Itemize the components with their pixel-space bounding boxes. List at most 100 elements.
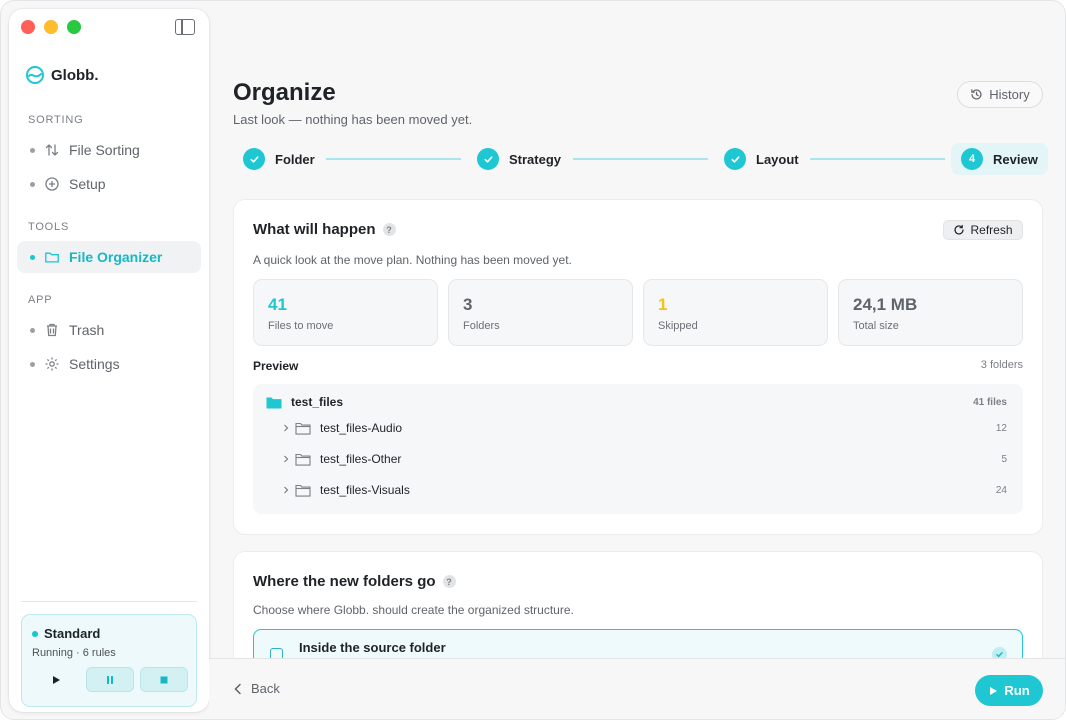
history-label: History xyxy=(989,87,1030,102)
step-folder[interactable]: Folder xyxy=(243,143,315,175)
sidebar-item-label: File Sorting xyxy=(69,142,140,158)
folder-icon xyxy=(295,422,311,435)
chevron-left-icon xyxy=(234,683,241,694)
sidebar-item-file-organizer[interactable]: File Organizer xyxy=(17,241,201,273)
footer-bar: Back Run xyxy=(209,658,1065,719)
step-review[interactable]: 4 Review xyxy=(951,143,1048,175)
stat-label: Folders xyxy=(463,320,500,332)
chevron-right-icon[interactable] xyxy=(280,453,292,465)
step-label: Strategy xyxy=(509,151,562,167)
status-card: Standard Running · 6 rules xyxy=(21,614,197,707)
folder-icon xyxy=(44,249,60,265)
folder-filled-icon xyxy=(266,396,282,409)
stat-value: 41 xyxy=(268,295,287,314)
pause-icon xyxy=(107,675,113,684)
sidebar-divider xyxy=(21,601,197,602)
section-label-app: APP xyxy=(28,294,53,306)
stat-folders: 3 Folders xyxy=(448,279,633,346)
main-content: Organize Last look — nothing has been mo… xyxy=(209,1,1065,719)
folder-icon xyxy=(295,484,311,497)
run-label: Run xyxy=(1004,683,1030,698)
stat-label: Total size xyxy=(853,320,899,332)
step-number: 4 xyxy=(961,148,983,170)
page-title: Organize xyxy=(233,79,336,106)
refresh-button[interactable]: Refresh xyxy=(943,220,1023,240)
stat-value: 1 xyxy=(658,295,668,314)
stop-button[interactable] xyxy=(140,667,188,692)
sidebar-toggle-icon[interactable] xyxy=(175,19,195,35)
help-icon[interactable]: ? xyxy=(382,223,396,236)
history-button[interactable]: History xyxy=(957,81,1043,108)
stop-icon xyxy=(160,676,168,683)
brand: Globb. xyxy=(25,65,99,85)
tree-item-name: test_files-Audio xyxy=(320,421,403,435)
run-button[interactable]: Run xyxy=(975,675,1043,706)
tree-root-count: 41 files xyxy=(973,396,1007,408)
refresh-icon xyxy=(954,224,965,235)
history-icon xyxy=(971,89,982,100)
bullet xyxy=(30,361,35,367)
app-window: Globb. SORTING File Sorting Setup TOOLS … xyxy=(0,0,1066,720)
section-label-sorting: SORTING xyxy=(28,114,84,126)
sidebar-item-trash[interactable]: Trash xyxy=(17,314,201,346)
step-label: Folder xyxy=(275,151,315,167)
running-indicator xyxy=(32,630,38,637)
card-title-text: Where the new folders go xyxy=(253,573,436,590)
trash-icon xyxy=(44,322,60,338)
preview-count: 3 folders xyxy=(980,359,1023,371)
step-label: Layout xyxy=(756,151,799,167)
sidebar-item-file-sorting[interactable]: File Sorting xyxy=(17,134,201,166)
tree-item[interactable]: test_files-Other 5 xyxy=(253,446,1023,472)
stat-skipped: 1 Skipped xyxy=(643,279,828,346)
sidebar-item-label: File Organizer xyxy=(69,249,163,265)
chevron-right-icon[interactable] xyxy=(280,484,292,496)
tree-item[interactable]: test_files-Audio 12 xyxy=(253,415,1023,441)
tree-item-name: test_files-Visuals xyxy=(320,483,410,497)
status-subtitle: Running · 6 rules xyxy=(32,647,116,659)
sidebar-item-settings[interactable]: Settings xyxy=(17,348,201,380)
sidebar-item-setup[interactable]: Setup xyxy=(17,168,201,200)
refresh-label: Refresh xyxy=(970,223,1013,237)
back-button[interactable]: Back xyxy=(233,681,280,696)
tree-item-count: 12 xyxy=(995,422,1007,434)
tree-item-name: test_files-Other xyxy=(320,452,402,466)
card-title: Where the new folders go ? xyxy=(253,573,456,590)
tree-item-count: 24 xyxy=(995,484,1007,496)
chevron-right-icon[interactable] xyxy=(280,422,292,434)
stat-files-to-move: 41 Files to move xyxy=(253,279,438,346)
wizard-stepper: Folder Strategy Layout 4 Review xyxy=(233,143,1048,175)
step-label: Review xyxy=(993,151,1038,167)
status-title: Standard xyxy=(32,626,100,641)
app-name: Globb. xyxy=(51,66,99,84)
sidebar-item-label: Trash xyxy=(69,322,105,338)
card-title-text: What will happen xyxy=(253,221,376,238)
status-name: Standard xyxy=(44,626,101,641)
tree-item[interactable]: test_files-Visuals 24 xyxy=(253,477,1023,503)
step-strategy[interactable]: Strategy xyxy=(477,143,561,175)
option-label: Inside the source folder xyxy=(299,640,446,655)
minimize-window-button[interactable] xyxy=(44,20,58,34)
page-subtitle: Last look — nothing has been moved yet. xyxy=(233,112,473,127)
tree-root-name: test_files xyxy=(291,395,344,409)
play-icon xyxy=(53,675,60,684)
step-connector xyxy=(810,158,945,160)
close-window-button[interactable] xyxy=(21,20,35,34)
back-label: Back xyxy=(251,681,280,696)
play-button[interactable] xyxy=(32,667,80,692)
bullet xyxy=(30,254,35,260)
tree-root[interactable]: test_files 41 files xyxy=(253,389,1023,415)
card-description: Choose where Globb. should create the or… xyxy=(253,603,574,617)
stat-total-size: 24,1 MB Total size xyxy=(838,279,1023,346)
zoom-window-button[interactable] xyxy=(67,20,81,34)
check-icon xyxy=(243,148,265,170)
step-layout[interactable]: Layout xyxy=(724,143,799,175)
window-controls xyxy=(21,20,81,34)
what-will-happen-card: What will happen ? Refresh A quick look … xyxy=(233,199,1043,535)
help-icon[interactable]: ? xyxy=(442,575,456,588)
bullet xyxy=(30,327,35,333)
sidebar-item-label: Setup xyxy=(69,176,106,192)
pause-button[interactable] xyxy=(86,667,134,692)
step-connector xyxy=(326,158,461,160)
card-title: What will happen ? xyxy=(253,221,396,238)
play-icon xyxy=(990,686,998,695)
